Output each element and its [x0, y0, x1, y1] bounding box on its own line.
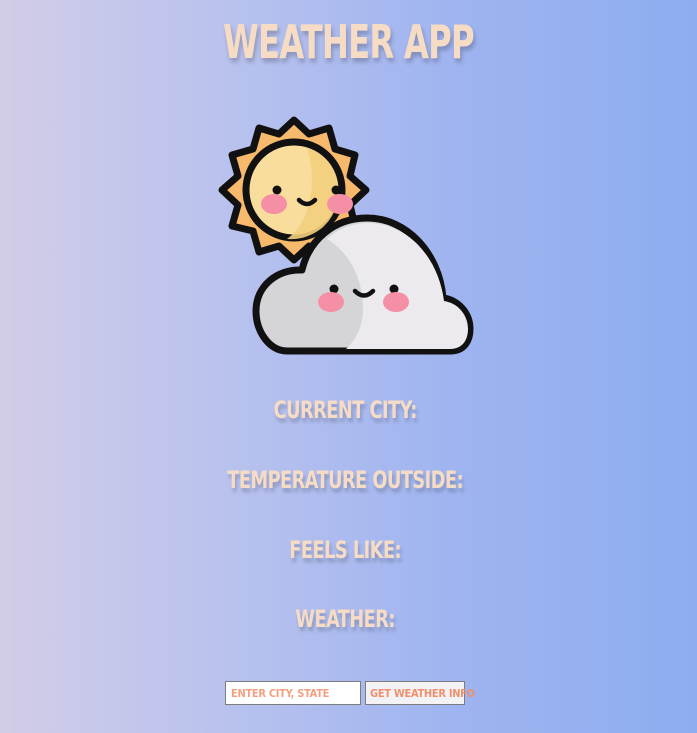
feels-like-label: FEELS LIKE: — [289, 536, 402, 564]
get-weather-info-button[interactable]: GET WEATHER INFO — [365, 681, 475, 705]
search-controls: GET WEATHER INFO — [225, 681, 475, 705]
current-city-row: CURRENT CITY: — [63, 394, 635, 426]
weather-illustration — [218, 110, 474, 366]
app-title: WEATHER APP — [223, 15, 475, 69]
city-search-input[interactable] — [225, 681, 361, 705]
weather-row: WEATHER: — [63, 603, 635, 635]
weather-app-page: WEATHER APP CURRENT CITY: TEMPERATURE OU… — [0, 0, 697, 733]
temperature-label: TEMPERATURE OUTSIDE: — [227, 466, 464, 494]
current-city-label: CURRENT CITY: — [273, 396, 418, 424]
feels-like-row: FEELS LIKE: — [63, 534, 635, 566]
weather-label: WEATHER: — [295, 605, 396, 633]
temperature-row: TEMPERATURE OUTSIDE: — [63, 464, 635, 496]
